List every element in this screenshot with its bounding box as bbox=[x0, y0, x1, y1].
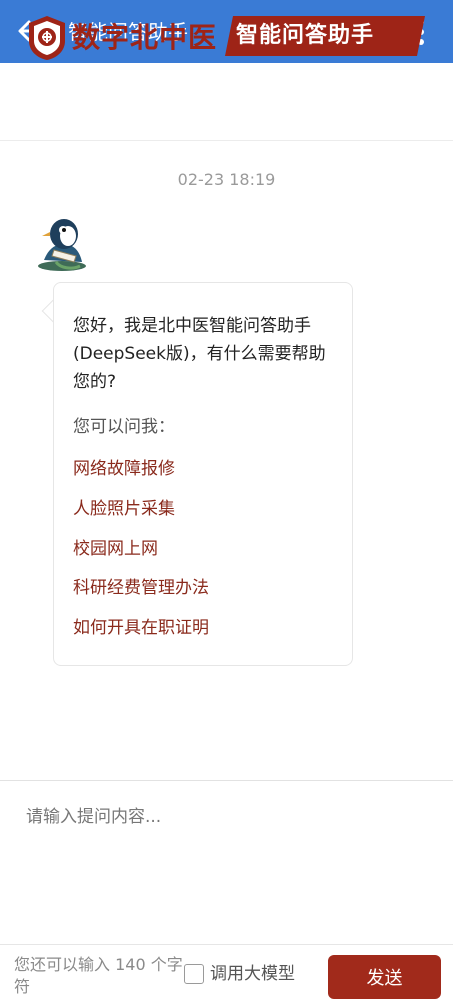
send-button[interactable]: 发送 bbox=[328, 955, 441, 999]
suggestions-heading: 您可以问我： bbox=[73, 417, 175, 437]
greeting-text: 您好，我是北中医智能问答助手(DeepSeek版)，有什么需要帮助您的? bbox=[73, 316, 326, 392]
brand-name: 数字北中医 bbox=[72, 21, 218, 54]
checkbox[interactable] bbox=[184, 964, 204, 984]
suggestion-link[interactable]: 如何开具在职证明 bbox=[73, 615, 209, 641]
brand-banner bbox=[0, 63, 453, 141]
ribbon-title: 智能问答助手 bbox=[236, 23, 375, 48]
checkbox-label: 调用大模型 bbox=[210, 964, 295, 984]
question-input[interactable] bbox=[14, 798, 439, 928]
use-llm-toggle[interactable]: 调用大模型 bbox=[184, 962, 295, 986]
suggestion-link[interactable]: 人脸照片采集 bbox=[73, 496, 175, 522]
character-counter: 您还可以输入 140 个字符 bbox=[14, 955, 183, 996]
university-seal-logo bbox=[29, 16, 65, 60]
assistant-avatar bbox=[38, 219, 86, 271]
suggestion-link[interactable]: 校园网上网 bbox=[73, 536, 158, 562]
message-timestamp: 02-23 18:19 bbox=[177, 170, 276, 189]
suggestion-link[interactable]: 科研经费管理办法 bbox=[73, 575, 209, 601]
suggestion-link[interactable]: 网络故障报修 bbox=[73, 456, 175, 482]
